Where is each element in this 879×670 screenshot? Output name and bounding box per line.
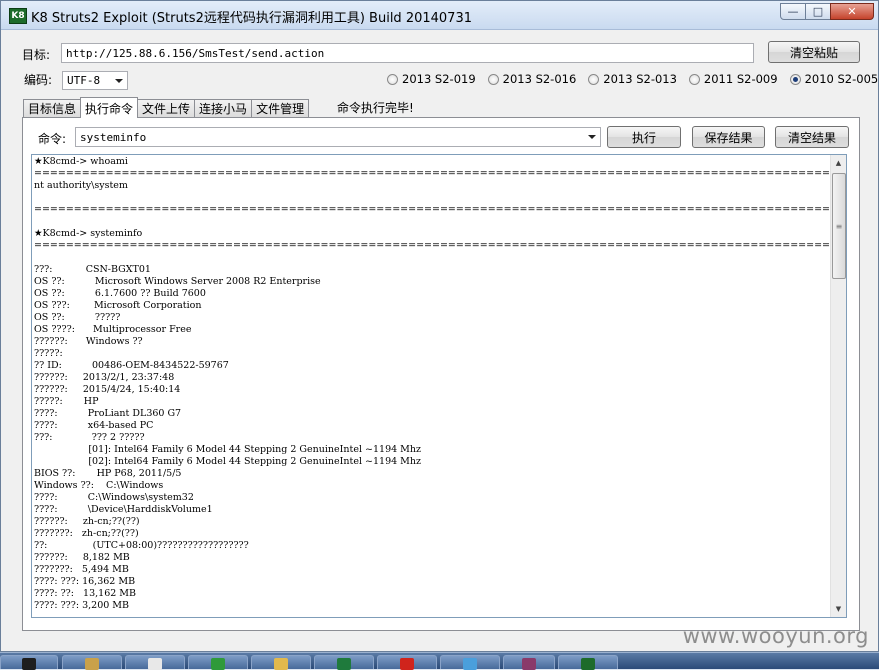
taskbar-media-icon[interactable] [503, 655, 555, 670]
radio-checked-icon [789, 73, 801, 85]
spreadsheet-icon [337, 658, 351, 670]
clear-paste-button[interactable]: 清空粘贴 [768, 41, 860, 63]
output-text: ★K8cmd-> whoami ========================… [34, 156, 829, 611]
scroll-thumb[interactable]: ≡ [832, 173, 846, 279]
taskbar-green-arrow-icon[interactable] [188, 655, 248, 670]
chevron-down-icon[interactable] [588, 135, 596, 139]
encoding-select[interactable]: UTF-8 [62, 71, 128, 90]
tab-strip: 目标信息 执行命令 文件上传 连接小马 文件管理 [23, 97, 310, 118]
window-title: K8 Struts2 Exploit (Struts2远程代码执行漏洞利用工具)… [31, 11, 472, 26]
vertical-scrollbar[interactable]: ▲ ≡ ▼ [830, 155, 846, 617]
execute-button[interactable]: 执行 [607, 126, 681, 148]
main-window: K8 K8 Struts2 Exploit (Struts2远程代码执行漏洞利用… [0, 0, 879, 652]
maximize-button[interactable]: □ [805, 3, 831, 20]
radio-icon [688, 73, 700, 85]
command-label: 命令: [38, 132, 67, 146]
radio-icon [387, 73, 398, 85]
tab-file-manager[interactable]: 文件管理 [251, 99, 310, 117]
taskbar-console-icon[interactable] [0, 655, 58, 670]
taskbar-k8-tool-icon[interactable] [558, 655, 618, 670]
radio-icon [588, 73, 600, 85]
target-url-input[interactable]: http://125.88.6.156/SmsTest/send.action [61, 43, 754, 63]
status-message: 命令执行完毕! [337, 101, 414, 115]
radio-s2-016[interactable]: 2013 S2-016 [487, 72, 576, 86]
tab-execute-command[interactable]: 执行命令 [80, 97, 139, 118]
chevron-down-icon [115, 78, 123, 83]
taskbar-red-circle-icon[interactable] [377, 655, 437, 670]
app-icon: K8 [9, 8, 27, 24]
explorer-icon [85, 658, 99, 670]
minimize-button[interactable]: — [780, 3, 806, 20]
taskbar-folder-icon[interactable] [251, 655, 311, 670]
green-arrow-icon [211, 658, 225, 670]
watermark: www.wooyun.org [682, 624, 869, 648]
radio-icon [487, 73, 499, 85]
radio-s2-013[interactable]: 2013 S2-013 [588, 72, 677, 86]
scroll-up-icon[interactable]: ▲ [831, 155, 846, 171]
k8-tool-icon [581, 658, 595, 670]
taskbar-spreadsheet-icon[interactable] [314, 655, 374, 670]
save-result-button[interactable]: 保存结果 [692, 126, 765, 148]
browser-icon [463, 658, 477, 670]
target-label: 目标: [22, 48, 51, 62]
command-input[interactable]: systeminfo [75, 127, 601, 147]
output-area[interactable]: ★K8cmd-> whoami ========================… [31, 154, 847, 618]
radio-s2-019[interactable]: 2013 S2-019 [387, 72, 476, 86]
encoding-label: 编码: [24, 73, 53, 87]
taskbar-notepad-icon[interactable] [125, 655, 185, 670]
window-controls: — □ ✕ [780, 3, 874, 22]
clear-result-button[interactable]: 清空结果 [775, 126, 849, 148]
encoding-value: UTF-8 [67, 74, 101, 87]
close-button[interactable]: ✕ [830, 3, 874, 20]
exploit-radio-group: 2013 S2-019 2013 S2-016 2013 S2-013 2011… [387, 70, 878, 88]
title-bar[interactable]: K8 K8 Struts2 Exploit (Struts2远程代码执行漏洞利用… [1, 1, 878, 30]
tab-connect-shell[interactable]: 连接小马 [194, 99, 253, 117]
radio-s2-005[interactable]: 2010 S2-005 [789, 72, 878, 86]
taskbar-explorer-icon[interactable] [62, 655, 122, 670]
folder-icon [274, 658, 288, 670]
taskbar [0, 652, 879, 670]
console-icon [22, 658, 36, 670]
notepad-icon [148, 658, 162, 670]
command-value: systeminfo [80, 130, 147, 144]
tab-file-upload[interactable]: 文件上传 [137, 99, 196, 117]
tab-target-info[interactable]: 目标信息 [23, 99, 82, 117]
scroll-down-icon[interactable]: ▼ [831, 601, 846, 617]
media-icon [522, 658, 536, 670]
radio-s2-009[interactable]: 2011 S2-009 [688, 72, 778, 86]
red-circle-icon [400, 658, 414, 670]
taskbar-browser-icon[interactable] [440, 655, 500, 670]
